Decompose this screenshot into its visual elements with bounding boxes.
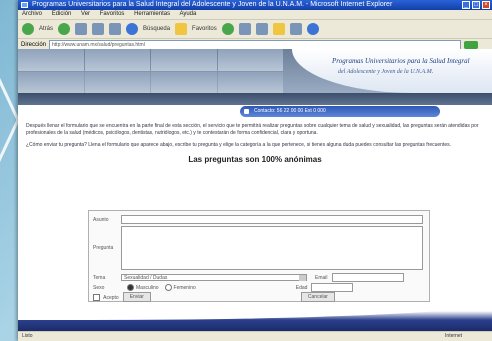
header-photo [18,71,84,93]
header-photo [84,49,150,71]
form-title: Las preguntas son 100% anónimas [188,155,322,164]
mail-icon[interactable] [255,23,268,35]
history-icon[interactable] [238,23,251,35]
tema-label: Tema [93,274,106,281]
browser-window: Programas Universitarios para la Salud I… [18,0,492,341]
actions-row: Acepto Enviar Cancelar [89,292,429,302]
menu-view[interactable]: Ver [81,11,90,17]
asunto-row: Asunto [89,215,429,224]
menu-tools[interactable]: Herramientas [134,11,170,17]
nav-strip[interactable] [18,93,492,105]
status-bar: Listo Internet [18,331,492,341]
title-bar: Programas Universitarios para la Salud I… [18,0,492,10]
accept-checkbox-wrap: Acepto [89,293,119,301]
radio-femenino[interactable] [164,284,172,291]
footer-wave [18,302,492,332]
back-icon[interactable] [22,23,34,35]
window-controls: _ □ × [462,1,490,9]
radio-masculino-label: Masculino [136,284,159,291]
print-icon[interactable] [289,23,302,35]
maximize-button[interactable]: □ [472,1,480,9]
address-input[interactable]: http://www.unam.mx/salud/preguntas.html [49,39,461,50]
stop-icon[interactable] [75,23,88,35]
intro-paragraph-2: ¿Cómo enviar tu pregunta? Llena el formu… [26,142,451,148]
radio-femenino-label: Femenino [173,284,196,291]
search-label[interactable]: Búsqueda [143,26,170,32]
edad-label: Edad [295,284,308,291]
mail-label: Email [315,274,328,281]
site-header: Programas Universitarios para la Salud I… [18,49,492,93]
asunto-input[interactable] [121,215,423,224]
pregunta-row: Pregunta [89,226,429,270]
folder-icon[interactable] [272,23,285,35]
header-photo [18,49,84,71]
page-content: Programas Universitarios para la Salud I… [18,49,492,332]
pregunta-label: Pregunta [93,245,114,251]
accept-label: Acepto [103,294,119,301]
media-icon[interactable] [221,23,234,35]
browser-toolbar: Atrás Búsqueda Favoritos [18,20,492,39]
phone-icon [244,109,249,114]
menu-help[interactable]: Ayuda [179,11,196,17]
header-photo [151,49,217,71]
messenger-icon[interactable] [306,23,319,35]
refresh-icon[interactable] [92,23,105,35]
chevron-down-icon [299,275,306,281]
menu-file[interactable]: Archivo [22,11,42,17]
header-image-grid [18,49,283,93]
status-zone: Internet [445,333,462,339]
back-label[interactable]: Atrás [39,26,53,32]
header-photo [151,71,217,93]
pregunta-textarea[interactable] [121,226,423,270]
home-icon[interactable] [109,23,122,35]
edad-input[interactable] [311,283,354,292]
intro-paragraph-1: Después llenar el formulario que se encu… [26,123,479,136]
address-label: Dirección [21,41,47,48]
close-button[interactable]: × [482,1,490,9]
contact-text: Contacto: 56 22 00 00 Ext 0 000 [254,108,326,114]
asunto-label: Asunto [93,216,109,223]
banner-title: Programas Universitarios para la Salud I… [332,57,470,65]
tema-value: Sexualidad / Dudas [124,275,168,281]
status-text: Listo [22,333,33,339]
header-photo [84,71,150,93]
footer-arc [18,302,492,320]
mail-input[interactable] [331,273,404,282]
submit-button[interactable]: Enviar [122,292,151,302]
intro-text: Después llenar el formulario que se encu… [18,119,492,149]
header-photo [217,49,283,71]
forward-icon[interactable] [58,23,71,35]
contact-bar: Contacto: 56 22 00 00 Ext 0 000 [18,105,492,119]
tema-row: Tema Sexualidad / Dudas Email [89,273,429,282]
banner-subtitle: del Adolescente y Joven de la U.N.A.M. [338,69,434,75]
minimize-button[interactable]: _ [462,1,470,9]
go-button[interactable] [464,40,478,49]
site-banner: Programas Universitarios para la Salud I… [292,49,492,93]
favorites-label[interactable]: Favoritos [192,26,217,32]
question-form: Asunto Pregunta Tema Sexualidad / Dudas … [88,210,430,302]
sexo-row: Sexo Masculino Femenino Edad [89,283,429,292]
ie-logo-icon [21,2,28,8]
favorites-icon[interactable] [175,23,188,35]
search-icon[interactable] [126,23,139,35]
menu-bar: Archivo Edición Ver Favoritos Herramient… [18,10,492,20]
accept-checkbox[interactable] [93,293,100,301]
tema-select[interactable]: Sexualidad / Dudas [121,274,307,281]
arrow-decoration [0,77,20,163]
contact-pill: Contacto: 56 22 00 00 Ext 0 000 [240,106,440,117]
window-title: Programas Universitarios para la Salud I… [32,1,393,8]
sexo-label: Sexo [93,284,105,291]
menu-edit[interactable]: Edición [52,11,72,17]
radio-masculino[interactable] [127,284,134,291]
header-photo [217,71,283,93]
menu-favorites[interactable]: Favoritos [100,11,125,17]
cancel-button[interactable]: Cancelar [300,292,335,302]
